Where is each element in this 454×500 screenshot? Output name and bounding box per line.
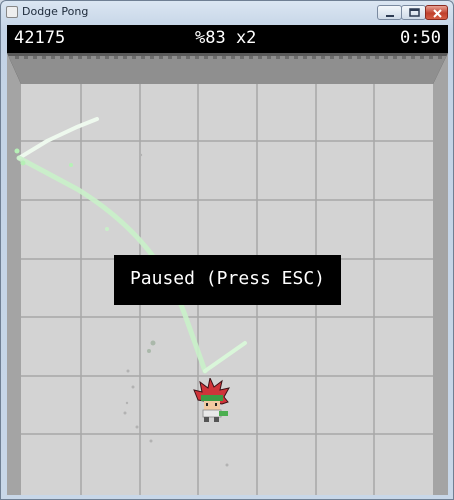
wall-stud	[258, 56, 262, 59]
minimize-button[interactable]	[377, 5, 402, 20]
close-icon	[433, 9, 442, 18]
wall-stud	[384, 56, 388, 59]
timer-display: 0:50	[400, 28, 441, 48]
wall-stud	[438, 56, 442, 59]
wall-stud	[276, 56, 280, 59]
player-character	[193, 378, 230, 422]
wall-stud	[240, 56, 244, 59]
wall-stud	[24, 56, 28, 59]
wall-stud	[348, 56, 352, 59]
wall-stud	[267, 56, 271, 59]
wall-stud	[60, 56, 64, 59]
wall-stud	[213, 56, 217, 59]
wall-stud	[186, 56, 190, 59]
right-wall	[433, 53, 448, 495]
score-display: 42175	[14, 28, 66, 48]
close-button[interactable]	[425, 5, 448, 20]
wall-stud	[312, 56, 316, 59]
wall-stud	[69, 56, 73, 59]
wall-stud	[231, 56, 235, 59]
wall-stud	[249, 56, 253, 59]
wall-stud	[78, 56, 82, 59]
wall-stud	[114, 56, 118, 59]
wall-stud	[420, 56, 424, 59]
title-bar[interactable]: Dodge Pong	[1, 1, 453, 23]
back-wall	[7, 53, 448, 84]
wall-stud	[195, 56, 199, 59]
wall-stud	[141, 56, 145, 59]
wall-stud	[51, 56, 55, 59]
wall-stud	[285, 56, 289, 59]
app-icon	[6, 6, 18, 18]
pause-message: Paused (Press ESC)	[129, 268, 326, 289]
game-area[interactable]: 42175 %83 x2 0:50 Paused (Press ESC)	[7, 25, 448, 495]
wall-stud	[15, 56, 19, 59]
wall-stud	[42, 56, 46, 59]
multiplier-display: %83 x2	[195, 28, 257, 48]
wall-stud	[357, 56, 361, 59]
wall-stud	[303, 56, 307, 59]
pause-overlay: Paused (Press ESC)	[114, 255, 341, 305]
wall-stud	[402, 56, 406, 59]
wall-stud	[96, 56, 100, 59]
maximize-icon	[409, 8, 420, 17]
wall-stud	[429, 56, 433, 59]
wall-stud	[366, 56, 370, 59]
wall-stud	[87, 56, 91, 59]
left-wall	[7, 53, 21, 495]
wall-stud	[339, 56, 343, 59]
game-window: Dodge Pong 42175 %83 x2 0:50 Paused (Pre…	[0, 0, 454, 500]
wall-stud	[393, 56, 397, 59]
wall-stud	[204, 56, 208, 59]
wall-stud	[123, 56, 127, 59]
wall-stud	[330, 56, 334, 59]
wall-stud	[132, 56, 136, 59]
wall-stud	[33, 56, 37, 59]
wall-stud	[150, 56, 154, 59]
minimize-icon	[386, 15, 394, 17]
hud-bar: 42175 %83 x2 0:50	[7, 25, 448, 53]
wall-stud	[321, 56, 325, 59]
wall-stud	[105, 56, 109, 59]
maximize-button[interactable]	[401, 5, 426, 20]
wall-stud	[294, 56, 298, 59]
wall-stud	[375, 56, 379, 59]
wall-stud	[159, 56, 163, 59]
wall-stud	[222, 56, 226, 59]
wall-stud	[177, 56, 181, 59]
window-title: Dodge Pong	[22, 5, 89, 18]
wall-stud	[411, 56, 415, 59]
wall-stud	[168, 56, 172, 59]
